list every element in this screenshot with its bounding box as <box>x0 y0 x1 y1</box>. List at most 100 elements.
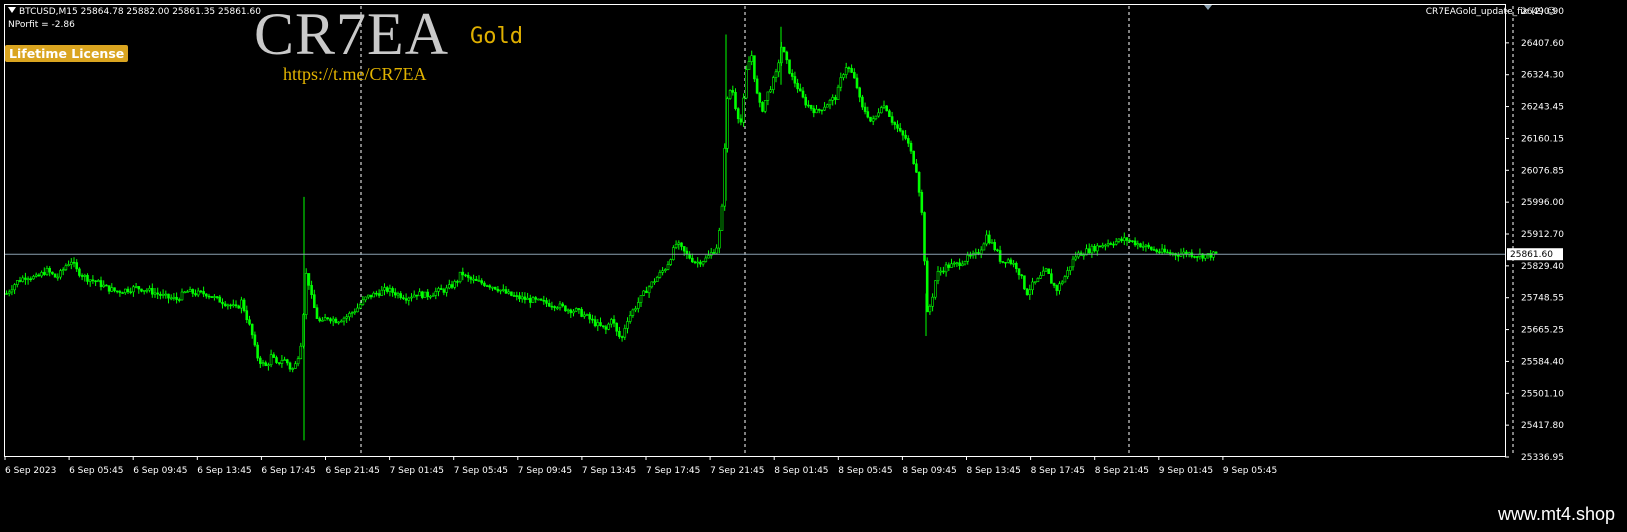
candle-body <box>1006 259 1010 263</box>
x-tick-label: 6 Sep 2023 <box>5 466 56 476</box>
candle-body <box>585 314 589 316</box>
candle-body <box>188 289 192 292</box>
candle-body <box>129 291 132 294</box>
candle-body <box>399 293 403 298</box>
candle-body <box>410 296 413 299</box>
candle-body <box>844 67 848 75</box>
candle-body <box>731 90 735 93</box>
candle-body <box>996 249 999 251</box>
brand-link[interactable]: https://t.me/CR7EA <box>283 64 427 85</box>
ea-name-label[interactable]: CR7EAGold_update_fix (2) ☺ <box>1426 7 1556 17</box>
candle-body <box>1047 268 1050 274</box>
candle-body <box>939 270 943 273</box>
candle-body <box>985 234 988 245</box>
candle-body <box>426 291 430 297</box>
candle-body <box>1147 244 1150 248</box>
candle-body <box>221 301 224 305</box>
candle-body <box>553 306 556 309</box>
candle-body <box>566 309 570 312</box>
candle-body <box>626 321 629 329</box>
candle-body <box>960 263 964 266</box>
candle-body <box>380 289 384 296</box>
x-tick-label: 7 Sep 05:45 <box>454 466 508 476</box>
candle-body <box>391 288 394 293</box>
candle-body <box>1133 240 1137 246</box>
candle-body <box>647 286 651 294</box>
candle-body <box>253 334 257 346</box>
candle-body <box>1096 245 1099 252</box>
candle-body <box>1069 266 1072 271</box>
candle-body <box>1020 274 1024 277</box>
candle-body <box>979 249 983 254</box>
candle-body <box>1155 249 1158 253</box>
candle-body <box>137 286 141 290</box>
candle-body <box>299 345 303 360</box>
collapse-triangle-icon[interactable] <box>8 7 16 13</box>
candle-body <box>744 69 748 99</box>
candle-body <box>32 276 35 280</box>
candle-body <box>1117 238 1121 242</box>
candle-body <box>601 325 605 328</box>
y-axis: 26490.9026407.6026324.3026243.4526160.15… <box>1505 7 1564 463</box>
candle-body <box>987 234 991 244</box>
candle-body <box>493 286 497 290</box>
candle-body <box>1177 255 1180 257</box>
candle-body <box>785 51 789 61</box>
candle-body <box>580 309 583 317</box>
candle-body <box>461 271 465 276</box>
candle-body <box>385 287 389 292</box>
candle-body <box>10 289 14 293</box>
candle-body <box>696 261 700 264</box>
candle-body <box>237 305 240 309</box>
candle-body <box>1193 256 1196 258</box>
candle-body <box>1152 249 1156 251</box>
x-tick-label: 8 Sep 17:45 <box>1031 466 1085 476</box>
candle-body <box>248 319 251 325</box>
candle-body <box>1001 261 1005 263</box>
candle-body <box>345 316 349 319</box>
x-tick-label: 7 Sep 17:45 <box>646 466 700 476</box>
candle-body <box>194 293 197 296</box>
chart-shift-marker-icon[interactable] <box>1204 5 1212 10</box>
candle-body <box>485 285 489 287</box>
candle-body <box>172 296 176 299</box>
candle-body <box>480 280 484 284</box>
candle-body <box>72 261 76 264</box>
y-tick-label: 25336.95 <box>1521 453 1564 463</box>
candle-body <box>275 357 278 363</box>
candle-body <box>790 73 794 77</box>
candle-body <box>650 281 654 288</box>
candle-body <box>393 292 397 296</box>
candle-body <box>1039 275 1042 279</box>
candle-body <box>793 76 797 84</box>
candle-body <box>1082 254 1086 257</box>
candle-body <box>496 288 500 292</box>
candle-body <box>528 297 532 303</box>
candle-body <box>296 358 300 365</box>
candle-body <box>431 295 435 297</box>
candle-body <box>836 86 840 100</box>
candle-body <box>628 315 632 322</box>
y-tick-label: 25665.25 <box>1521 326 1564 336</box>
candle-body <box>148 288 151 291</box>
candle-body <box>555 307 559 310</box>
candle-body <box>1060 281 1064 285</box>
candle-body <box>124 288 127 293</box>
candle-body <box>285 359 289 364</box>
candle-body <box>890 116 894 123</box>
candle-body <box>13 284 16 291</box>
candle-body <box>998 250 1002 262</box>
candle-body <box>423 291 427 298</box>
candlestick-series <box>5 26 1218 441</box>
candle-body <box>5 293 8 295</box>
candle-body <box>661 270 664 273</box>
price-chart[interactable]: 26490.9026407.6026324.3026243.4526160.15… <box>0 0 1627 502</box>
candle-body <box>167 293 170 299</box>
candle-body <box>947 264 951 268</box>
nprofit-label: NPorfit = -2.86 <box>8 20 75 30</box>
candle-body <box>888 110 891 117</box>
x-tick-label: 6 Sep 17:45 <box>261 466 315 476</box>
candle-body <box>269 354 273 366</box>
candle-body <box>707 255 710 259</box>
candle-body <box>153 292 157 295</box>
